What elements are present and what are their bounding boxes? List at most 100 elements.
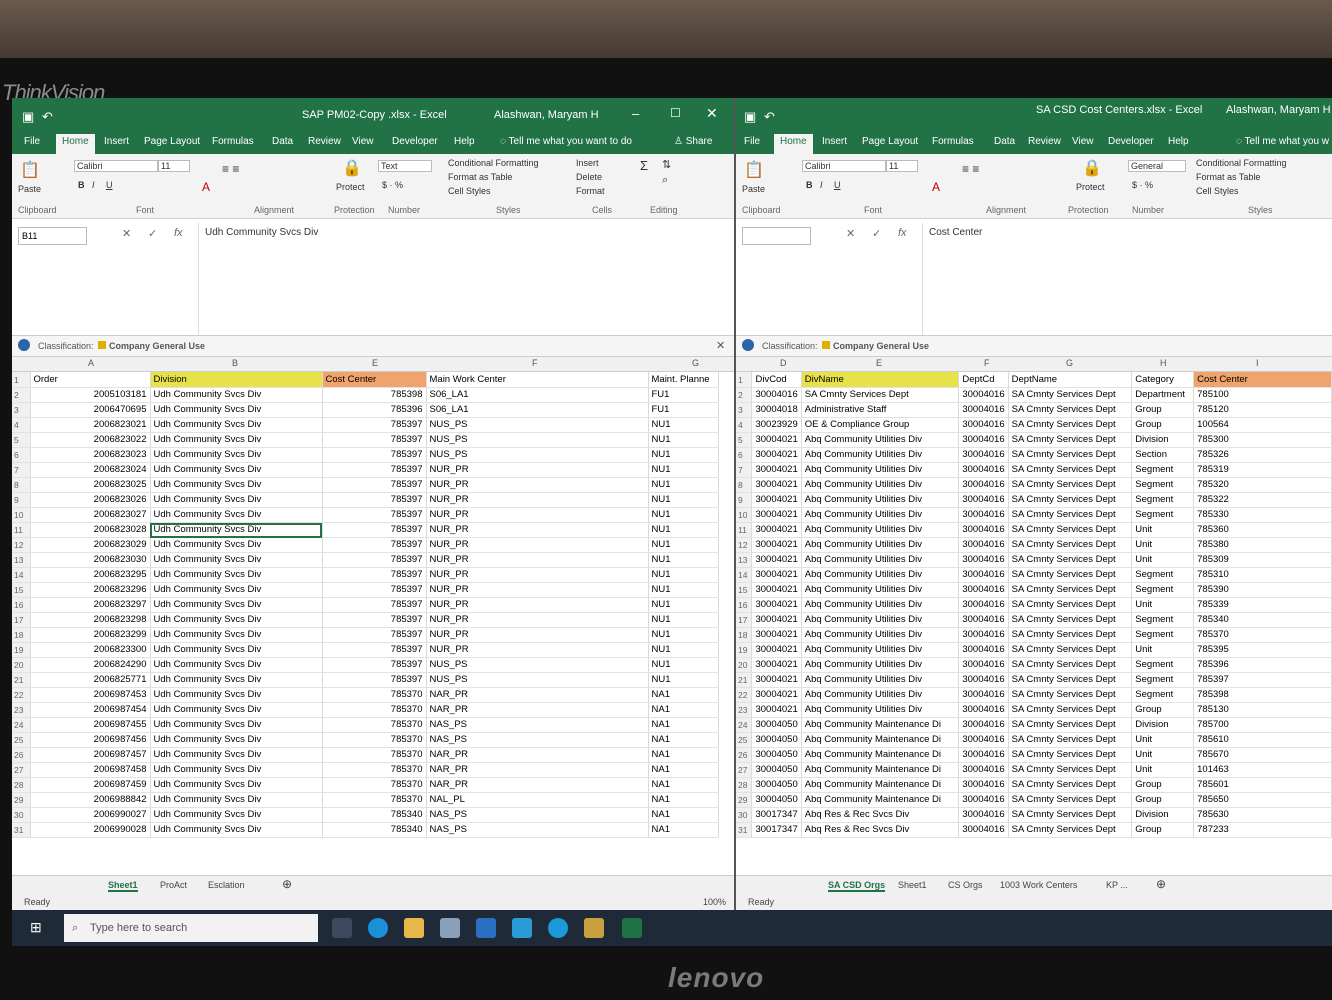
tab-review[interactable]: Review	[308, 136, 341, 147]
row-number[interactable]: 7	[736, 462, 753, 478]
cell[interactable]: 30004050	[751, 777, 802, 793]
cell[interactable]: Abq Community Utilities Div	[801, 492, 960, 508]
cell[interactable]: SA Cmnty Services Dept	[1008, 807, 1133, 823]
cell[interactable]: 2006987457	[30, 747, 151, 763]
cell[interactable]: 30004016	[958, 447, 1009, 463]
cell[interactable]: NUR_PR	[426, 627, 649, 643]
cell[interactable]: NU1	[648, 672, 719, 688]
cell[interactable]: NUS_PS	[426, 672, 649, 688]
col-letter[interactable]: A	[88, 358, 94, 368]
cell[interactable]: 2006987453	[30, 687, 151, 703]
row-number[interactable]: 12	[736, 537, 753, 553]
row-number[interactable]: 25	[736, 732, 753, 748]
tab-insert[interactable]: Insert	[104, 136, 129, 147]
cell[interactable]: Abq Community Utilities Div	[801, 672, 960, 688]
cell[interactable]: NU1	[648, 597, 719, 613]
close-bar-icon[interactable]: ✕	[716, 339, 725, 352]
cell[interactable]: NUR_PR	[426, 537, 649, 553]
cell[interactable]: 785397	[322, 612, 427, 628]
tab-insert[interactable]: Insert	[822, 136, 847, 147]
cell[interactable]: Division	[1131, 717, 1195, 733]
cell[interactable]: 785320	[1193, 477, 1332, 493]
cell[interactable]: Group	[1131, 777, 1195, 793]
bold-button[interactable]: B	[806, 180, 813, 190]
add-sheet-icon[interactable]: ⊕	[282, 877, 292, 891]
cell[interactable]: NUR_PR	[426, 612, 649, 628]
cell[interactable]: 785360	[1193, 522, 1332, 538]
cell[interactable]: FU1	[648, 402, 719, 418]
tab-formulas[interactable]: Formulas	[212, 136, 254, 147]
undo-icon[interactable]: ↶	[764, 109, 775, 125]
italic-button[interactable]: I	[820, 180, 823, 190]
cell[interactable]: 2006823298	[30, 612, 151, 628]
cell[interactable]: 2006823297	[30, 597, 151, 613]
format-as-table-button[interactable]: Format as Table	[448, 172, 512, 182]
tab-view[interactable]: View	[1072, 136, 1094, 147]
cell[interactable]: 30004021	[751, 657, 802, 673]
cell[interactable]: Udh Community Svcs Div	[150, 507, 323, 523]
cell[interactable]: 30004016	[958, 642, 1009, 658]
header-cell[interactable]: Maint. Planne	[648, 372, 719, 388]
cell[interactable]: 30004021	[751, 627, 802, 643]
format-cells-button[interactable]: Format	[576, 186, 605, 196]
cell[interactable]: 2006823021	[30, 417, 151, 433]
cell[interactable]: SA Cmnty Services Dept	[1008, 612, 1133, 628]
cell[interactable]: Udh Community Svcs Div	[150, 492, 323, 508]
cell[interactable]: Udh Community Svcs Div	[150, 552, 323, 568]
header-cell[interactable]: DivName	[801, 372, 960, 388]
cell[interactable]: SA Cmnty Services Dept	[1008, 492, 1133, 508]
cell[interactable]: SA Cmnty Services Dept	[1008, 732, 1133, 748]
cell[interactable]: SA Cmnty Services Dept	[1008, 642, 1133, 658]
cell[interactable]: Abq Community Utilities Div	[801, 657, 960, 673]
cell[interactable]: NUS_PS	[426, 657, 649, 673]
cell[interactable]: 785397	[322, 627, 427, 643]
header-cell[interactable]: Cost Center	[322, 372, 427, 388]
cell[interactable]: Segment	[1131, 462, 1195, 478]
cell[interactable]: 2006823295	[30, 567, 151, 583]
cell[interactable]: Udh Community Svcs Div	[150, 432, 323, 448]
header-cell[interactable]: DivCod	[751, 372, 802, 388]
cell[interactable]: 785370	[1193, 627, 1332, 643]
sheet-tab[interactable]: Sheet1	[898, 880, 927, 890]
cell[interactable]: Group	[1131, 702, 1195, 718]
cell[interactable]: Abq Community Utilities Div	[801, 507, 960, 523]
cell[interactable]: Udh Community Svcs Div	[150, 762, 323, 778]
cell[interactable]: 30004016	[958, 687, 1009, 703]
row-number[interactable]: 27	[736, 762, 753, 778]
cell[interactable]: S06_LA1	[426, 387, 649, 403]
cell[interactable]: Segment	[1131, 582, 1195, 598]
cell[interactable]: 30004016	[958, 627, 1009, 643]
cell[interactable]: 785340	[322, 822, 427, 838]
row-number[interactable]: 30	[736, 807, 753, 823]
tab-help[interactable]: Help	[1168, 136, 1189, 147]
cell[interactable]: 785380	[1193, 537, 1332, 553]
cell[interactable]: NAS_PS	[426, 732, 649, 748]
cell[interactable]: 785396	[1193, 657, 1332, 673]
cell[interactable]: NUS_PS	[426, 432, 649, 448]
cell[interactable]: NU1	[648, 462, 719, 478]
sheet-tab[interactable]: SA CSD Orgs	[828, 880, 886, 892]
paste-icon[interactable]: 📋	[744, 160, 764, 180]
function-icon[interactable]: fx	[898, 227, 907, 239]
cell[interactable]: SA Cmnty Services Dept	[1008, 672, 1133, 688]
cell[interactable]: 787233	[1193, 822, 1332, 838]
enter-icon[interactable]: ✓	[148, 227, 157, 240]
cell[interactable]: Abq Community Maintenance Di	[801, 732, 960, 748]
cell[interactable]: NUR_PR	[426, 507, 649, 523]
cell[interactable]: 30004016	[958, 537, 1009, 553]
tab-developer[interactable]: Developer	[1108, 136, 1154, 147]
underline-button[interactable]: U	[834, 180, 841, 190]
cell[interactable]: 785397	[322, 567, 427, 583]
cell[interactable]: NUR_PR	[426, 462, 649, 478]
cell[interactable]: 30004016	[958, 567, 1009, 583]
row-number[interactable]: 11	[736, 522, 753, 538]
cell[interactable]: NAR_PR	[426, 777, 649, 793]
cell[interactable]: Unit	[1131, 747, 1195, 763]
conditional-formatting-button[interactable]: Conditional Formatting	[1196, 158, 1287, 168]
cell[interactable]: SA Cmnty Services Dept	[1008, 702, 1133, 718]
cell[interactable]: NU1	[648, 552, 719, 568]
cell[interactable]: NUR_PR	[426, 597, 649, 613]
cell[interactable]: 785120	[1193, 402, 1332, 418]
row-number[interactable]: 13	[736, 552, 753, 568]
cell[interactable]: Udh Community Svcs Div	[150, 702, 323, 718]
